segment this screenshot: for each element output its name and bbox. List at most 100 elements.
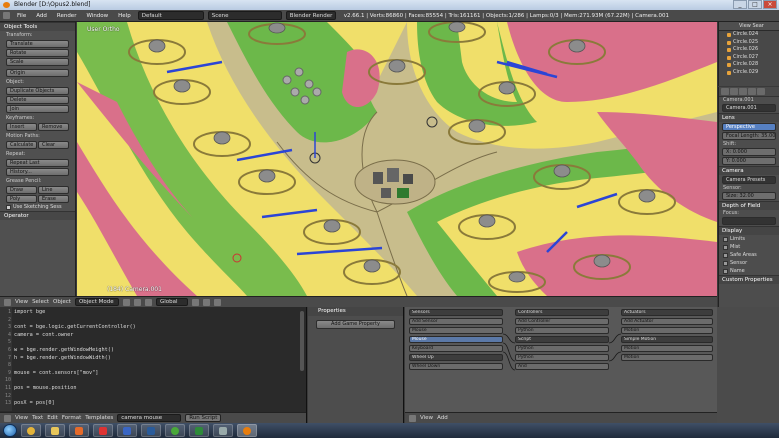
draw-button[interactable]: Draw — [6, 186, 37, 194]
taskbar-app[interactable] — [69, 424, 89, 437]
repeat-last-button[interactable]: Repeat Last — [6, 159, 69, 167]
outliner-item[interactable]: Circle.026 — [719, 46, 779, 54]
custom-properties-header[interactable]: Custom Properties — [719, 275, 779, 284]
origin-button[interactable]: Origin — [6, 69, 69, 77]
erase-button[interactable]: Erase — [38, 195, 69, 203]
delete-button[interactable]: Delete — [6, 96, 69, 104]
menu-render[interactable]: Render — [54, 13, 80, 19]
menu-add[interactable]: Add — [437, 415, 448, 421]
remove-keyframe-button[interactable]: Remove — [38, 123, 69, 131]
menu-view[interactable]: View — [15, 299, 28, 305]
insert-keyframe-button[interactable]: Insert — [6, 123, 37, 131]
focal-length-field[interactable]: Focal Length: 35.000 — [722, 132, 776, 140]
perspective-toggle[interactable]: Perspective — [722, 123, 776, 131]
taskbar-app[interactable] — [165, 424, 185, 437]
outliner-item[interactable]: Circle.025 — [719, 39, 779, 47]
taskbar-app[interactable] — [213, 424, 233, 437]
menu-edit[interactable]: Edit — [47, 415, 58, 421]
code-area[interactable]: import bge cont = bge.logic.getCurrentCo… — [14, 309, 136, 408]
lens-panel-header[interactable]: Lens — [719, 113, 779, 122]
minimize-button[interactable]: _ — [733, 0, 747, 9]
camera-panel-header[interactable]: Camera — [719, 166, 779, 175]
translate-button[interactable]: Translate — [6, 40, 69, 48]
editor-type-icon[interactable] — [3, 12, 10, 19]
taskbar-app[interactable] — [189, 424, 209, 437]
outliner-item[interactable]: Circle.028 — [719, 61, 779, 69]
menu-add[interactable]: Add — [33, 13, 50, 19]
snap-icon[interactable] — [202, 298, 210, 306]
editor-type-icon[interactable] — [4, 298, 11, 306]
text-datablock-field[interactable]: camera mouse — [117, 414, 182, 422]
rotate-button[interactable]: Rotate — [6, 49, 69, 57]
add-game-property-button[interactable]: Add Game Property — [316, 320, 395, 329]
render-tab-icon[interactable] — [721, 88, 729, 95]
taskbar-app[interactable] — [21, 424, 41, 437]
layout-selector[interactable]: Default — [137, 11, 204, 20]
layer-icon[interactable] — [191, 298, 199, 306]
outliner-item[interactable]: Circle.029 — [719, 69, 779, 77]
outliner-item[interactable]: Circle.024 — [719, 31, 779, 39]
taskbar-app[interactable] — [117, 424, 137, 437]
menu-search[interactable]: Sear — [752, 23, 763, 29]
clear-button[interactable]: Clear — [38, 141, 69, 149]
scene-selector[interactable]: Scene — [207, 11, 282, 20]
scale-button[interactable]: Scale — [6, 58, 69, 66]
text-scrollbar[interactable] — [300, 311, 304, 371]
calculate-button[interactable]: Calculate — [6, 141, 37, 149]
menu-select[interactable]: Select — [32, 299, 49, 305]
camera-tab-icon[interactable] — [757, 88, 765, 95]
name-checkbox[interactable]: Name — [719, 267, 779, 275]
taskbar-app[interactable] — [141, 424, 161, 437]
manipulator-icon[interactable] — [144, 298, 152, 306]
display-panel-header[interactable]: Display — [719, 226, 779, 235]
orientation-selector[interactable]: Global — [155, 298, 188, 306]
maximize-button[interactable]: □ — [748, 0, 762, 9]
menu-file[interactable]: File — [14, 13, 29, 19]
start-orb-icon[interactable] — [3, 424, 17, 437]
object-tools-header[interactable]: Object Tools — [0, 22, 75, 31]
viewport-shading-icon[interactable] — [122, 298, 130, 306]
taskbar-app[interactable] — [93, 424, 113, 437]
taskbar-app[interactable] — [45, 424, 65, 437]
menu-view[interactable]: View — [15, 415, 28, 421]
history-button[interactable]: History... — [6, 168, 69, 176]
camera-presets-menu[interactable]: Camera Presets — [722, 176, 776, 184]
menu-format[interactable]: Format — [62, 415, 81, 421]
menu-view[interactable]: View — [420, 415, 433, 421]
camera-datablock-field[interactable]: Camera.001 — [722, 104, 776, 112]
3d-viewport[interactable]: User Ortho (184) Camera.001 — [77, 22, 717, 296]
outliner-item[interactable]: Circle.027 — [719, 54, 779, 62]
menu-object[interactable]: Object — [53, 299, 71, 305]
menu-view[interactable]: View — [739, 23, 751, 29]
menu-help[interactable]: Help — [115, 13, 134, 19]
limits-checkbox[interactable]: Limits — [719, 235, 779, 243]
text-editor[interactable]: 1 2 3 4 5 6 7 8 9 10 11 12 13 import bge… — [0, 307, 307, 423]
shift-y-field[interactable]: Y: 0.000 — [722, 157, 776, 165]
shift-x-field[interactable]: X: 0.000 — [722, 148, 776, 156]
use-sketching-checkbox[interactable]: Use Sketching Sess — [6, 204, 69, 210]
duplicate-objects-button[interactable]: Duplicate Objects — [6, 87, 69, 95]
world-tab-icon[interactable] — [739, 88, 747, 95]
render-engine-selector[interactable]: Blender Render — [285, 11, 336, 20]
taskbar-app-blender[interactable] — [237, 424, 257, 437]
menu-templates[interactable]: Templates — [85, 415, 113, 421]
poly-button[interactable]: Poly — [6, 195, 37, 203]
sensor-size-field[interactable]: Size: 32.00 — [722, 192, 776, 200]
line-button[interactable]: Line — [38, 186, 69, 194]
operator-header[interactable]: Operator — [0, 211, 75, 220]
mist-checkbox[interactable]: Mist — [719, 243, 779, 251]
scene-tab-icon[interactable] — [730, 88, 738, 95]
editor-type-icon[interactable] — [409, 414, 416, 422]
mode-selector[interactable]: Object Mode — [74, 298, 119, 306]
object-tab-icon[interactable] — [748, 88, 756, 95]
focus-object-field[interactable] — [722, 217, 776, 225]
safe-areas-checkbox[interactable]: Safe Areas — [719, 251, 779, 259]
sensor-checkbox[interactable]: Sensor — [719, 259, 779, 267]
close-button[interactable]: × — [763, 0, 777, 9]
dof-panel-header[interactable]: Depth of Field — [719, 201, 779, 210]
render-icon[interactable] — [213, 298, 221, 306]
menu-window[interactable]: Window — [83, 13, 111, 19]
menu-text[interactable]: Text — [32, 415, 43, 421]
run-script-button[interactable]: Run Script — [185, 414, 222, 422]
game-properties-header[interactable]: Properties — [308, 307, 403, 316]
